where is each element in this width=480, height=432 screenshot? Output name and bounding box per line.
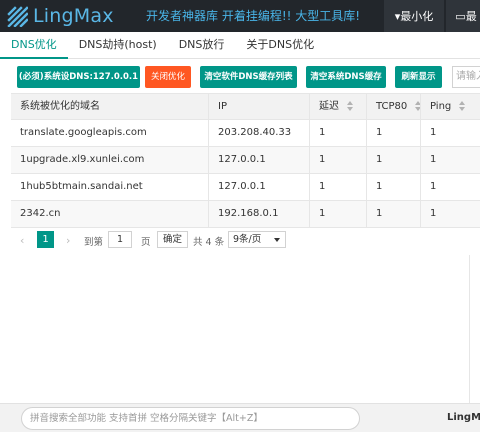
chevron-down-icon bbox=[274, 238, 280, 242]
prev-page-button[interactable]: ‹ bbox=[20, 234, 24, 247]
app-slogan: 开发者神器库 开着挂编程!! 大型工具库! bbox=[146, 9, 361, 23]
ping-cell: 1 bbox=[420, 120, 480, 146]
dns-table: 系统被优化的域名 IP 延迟 TCP80 Ping translate.goog… bbox=[11, 93, 480, 228]
app-name: LingMax bbox=[33, 5, 114, 27]
domain-cell: 2342.cn bbox=[20, 208, 61, 219]
domain-cell: 1hub5btmain.sandai.net bbox=[20, 181, 143, 192]
table-row[interactable]: translate.googleapis.com 203.208.40.33 1… bbox=[11, 120, 480, 147]
table-row[interactable]: 1hub5btmain.sandai.net 127.0.0.1 1 1 1 bbox=[11, 174, 480, 201]
latency-cell: 1 bbox=[309, 201, 366, 227]
col-domain: 系统被优化的域名 bbox=[20, 101, 100, 112]
search-input[interactable]: 请输入 bbox=[452, 66, 480, 88]
table-header: 系统被优化的域名 IP 延迟 TCP80 Ping bbox=[11, 93, 480, 120]
tab-bar: DNS优化 DNS劫持(host) DNS放行 关于DNS优化 bbox=[0, 32, 480, 59]
goto-label: 到第 bbox=[84, 237, 104, 248]
clear-soft-cache-button[interactable]: 清空软件DNS缓存列表 bbox=[200, 66, 297, 88]
ping-cell: 1 bbox=[420, 174, 480, 200]
col-ip: IP bbox=[208, 94, 309, 120]
sort-icon[interactable] bbox=[459, 101, 466, 111]
tcp80-cell: 1 bbox=[366, 147, 420, 173]
page-unit-label: 页 bbox=[141, 237, 151, 248]
maximize-button[interactable]: ▭最 bbox=[446, 0, 480, 32]
total-count: 共 4 条 bbox=[193, 237, 225, 248]
latency-cell: 1 bbox=[309, 174, 366, 200]
tcp80-cell: 1 bbox=[366, 174, 420, 200]
ip-cell: 127.0.0.1 bbox=[208, 147, 309, 173]
tab-dns-allow[interactable]: DNS放行 bbox=[168, 32, 236, 59]
next-page-button[interactable]: › bbox=[66, 234, 70, 247]
ping-cell: 1 bbox=[420, 147, 480, 173]
lingmax-logo-icon bbox=[7, 6, 28, 27]
col-tcp80[interactable]: TCP80 bbox=[366, 94, 420, 120]
tcp80-cell: 1 bbox=[366, 201, 420, 227]
pagination: ‹ 1 › 到第 1 页 确定 共 4 条 9条/页 bbox=[16, 231, 316, 249]
col-ping[interactable]: Ping bbox=[420, 94, 480, 120]
disable-optimize-button[interactable]: 关闭优化 bbox=[145, 66, 191, 88]
ping-cell: 1 bbox=[420, 201, 480, 227]
current-page-button[interactable]: 1 bbox=[37, 231, 54, 248]
col-latency[interactable]: 延迟 bbox=[309, 94, 366, 120]
sort-icon[interactable] bbox=[347, 101, 353, 111]
clear-sys-cache-button[interactable]: 清空系统DNS缓存 bbox=[306, 66, 386, 88]
bottom-brand: LingMax bbox=[447, 412, 480, 423]
domain-cell: translate.googleapis.com bbox=[20, 127, 147, 138]
tcp80-cell: 1 bbox=[366, 120, 420, 146]
ip-cell: 192.168.0.1 bbox=[208, 201, 309, 227]
tab-dns-hijack[interactable]: DNS劫持(host) bbox=[68, 32, 168, 59]
title-bar: LingMax 开发者神器库 开着挂编程!! 大型工具库! ▾最小化 ▭最 bbox=[0, 0, 480, 32]
latency-cell: 1 bbox=[309, 147, 366, 173]
table-row[interactable]: 1upgrade.xl9.xunlei.com 127.0.0.1 1 1 1 bbox=[11, 147, 480, 174]
tab-dns-optimize[interactable]: DNS优化 bbox=[0, 32, 68, 59]
set-system-dns-button[interactable]: (必须)系统设DNS:127.0.0.1 bbox=[17, 66, 140, 88]
command-search-input[interactable]: 拼音搜索全部功能 支持首拼 空格分隔关键字【Alt+Z】 bbox=[21, 407, 360, 430]
page-size-select[interactable]: 9条/页 bbox=[228, 231, 286, 248]
bottom-bar: 拼音搜索全部功能 支持首拼 空格分隔关键字【Alt+Z】 LingMax bbox=[0, 403, 480, 432]
refresh-button[interactable]: 刷新显示 bbox=[395, 66, 442, 88]
domain-cell: 1upgrade.xl9.xunlei.com bbox=[20, 154, 145, 165]
latency-cell: 1 bbox=[309, 120, 366, 146]
tab-about[interactable]: 关于DNS优化 bbox=[235, 32, 325, 59]
column-divider bbox=[469, 255, 470, 403]
ip-cell: 127.0.0.1 bbox=[208, 174, 309, 200]
confirm-page-button[interactable]: 确定 bbox=[157, 231, 188, 248]
ip-cell: 203.208.40.33 bbox=[208, 120, 309, 146]
minimize-button[interactable]: ▾最小化 bbox=[384, 0, 444, 32]
page-number-input[interactable]: 1 bbox=[108, 231, 132, 248]
app-logo: LingMax bbox=[0, 5, 140, 27]
table-row[interactable]: 2342.cn 192.168.0.1 1 1 1 bbox=[11, 201, 480, 228]
